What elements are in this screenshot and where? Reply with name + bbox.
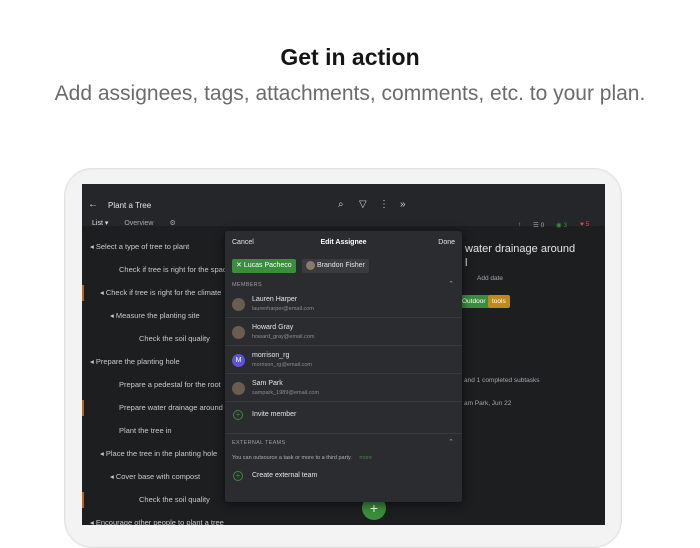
- dialog-header: Cancel Edit Assignee Done: [225, 231, 462, 255]
- priority-marker: [82, 285, 84, 301]
- task-label: ◂ Check if tree is right for the climate: [100, 288, 222, 297]
- task-label: ◂ Select a type of tree to plant: [90, 242, 190, 251]
- project-title: Plant a Tree: [108, 201, 152, 210]
- subtasks-summary[interactable]: and 1 completed subtasks: [464, 377, 540, 384]
- task-label: Prepare water drainage around pe: [119, 403, 234, 412]
- remove-icon[interactable]: ✕: [236, 262, 242, 269]
- app-screen: ← Plant a Tree ⌕ ▽ ⋮ » List ▾ Overview ⚙…: [82, 184, 605, 525]
- task-row[interactable]: Check if tree is right for the space: [82, 259, 231, 282]
- tab-list[interactable]: List ▾: [92, 220, 108, 227]
- upvote-icon[interactable]: ↑: [518, 221, 521, 228]
- task-row[interactable]: ◂ Encourage other people to plant a tree: [82, 512, 225, 525]
- selected-assignee-chip[interactable]: ✕ Lucas Pacheco: [232, 259, 296, 273]
- task-row[interactable]: Plant the tree in: [82, 420, 225, 443]
- chevron-up-icon[interactable]: ⌃: [448, 438, 454, 446]
- done-button[interactable]: Done: [438, 239, 455, 246]
- task-row[interactable]: ◂ Check if tree is right for the climate: [82, 282, 225, 305]
- task-label: Check if tree is right for the space: [119, 265, 231, 274]
- assignee-chip[interactable]: Brandon Fisher: [302, 259, 369, 273]
- member-name: morrison_rg: [252, 352, 290, 359]
- tab-overview[interactable]: Overview: [124, 220, 153, 227]
- member-email: sampark_1989@email.com: [252, 390, 320, 396]
- priority-marker: [82, 492, 84, 508]
- view-tabs: List ▾ Overview ⚙: [92, 219, 190, 227]
- task-label: ◂ Place the tree in the planting hole: [100, 449, 218, 458]
- watchers-count: ◉ 3: [556, 222, 568, 229]
- avatar: [232, 382, 245, 395]
- task-row[interactable]: ◂ Place the tree in the planting hole: [82, 443, 225, 466]
- divider: [225, 433, 462, 434]
- task-row[interactable]: ◂ Prepare the planting hole: [82, 351, 225, 374]
- selected-assignee-name: Lucas Pacheco: [243, 262, 292, 269]
- task-detail-title: water drainage around l: [465, 242, 575, 270]
- member-row[interactable]: Howard Gray howard_gray@email.com: [225, 319, 462, 346]
- tag-outdoor[interactable]: Outdoor: [458, 295, 490, 308]
- avatar: [232, 298, 245, 311]
- task-label: Plant the tree in: [119, 426, 172, 435]
- tag-tools[interactable]: tools: [488, 295, 510, 308]
- task-detail-title-line: water drainage around: [465, 243, 576, 255]
- priority-marker: [82, 400, 84, 416]
- member-email: howard_gray@email.com: [252, 334, 315, 340]
- task-row[interactable]: Prepare water drainage around pe: [82, 397, 233, 420]
- task-row[interactable]: ◂ Select a type of tree to plant: [82, 236, 225, 259]
- back-icon[interactable]: ←: [88, 199, 98, 210]
- plus-icon: +: [233, 410, 243, 420]
- task-label: ◂ Cover base with compost: [110, 472, 201, 481]
- marketing-subline: Add assignees, tags, attachments, commen…: [54, 82, 646, 105]
- task-row[interactable]: ◂ Cover base with compost: [82, 466, 225, 489]
- task-row[interactable]: ◂ Measure the planting site: [82, 305, 225, 328]
- collapse-icon[interactable]: »: [400, 199, 406, 210]
- task-label: Prepare a pedestal for the root: [119, 380, 221, 389]
- search-icon[interactable]: ⌕: [338, 199, 344, 210]
- settings-icon[interactable]: ⚙: [169, 220, 175, 227]
- member-row[interactable]: Sam Park sampark_1989@email.com: [225, 375, 462, 402]
- subtasks-count: ☰ 0: [533, 222, 545, 229]
- task-row[interactable]: Check the soil quality: [82, 489, 225, 512]
- external-teams-hint: You can outsource a task or more to a th…: [232, 455, 372, 461]
- task-label: Check the soil quality: [139, 495, 210, 504]
- member-name: Lauren Harper: [252, 296, 298, 303]
- dialog-title: Edit Assignee: [320, 239, 367, 246]
- create-external-team-button[interactable]: Create external team: [252, 472, 317, 479]
- avatar: M: [232, 354, 245, 367]
- member-name: Howard Gray: [252, 324, 294, 331]
- edit-assignee-dialog: Cancel Edit Assignee Done ✕ Lucas Pachec…: [225, 231, 462, 502]
- member-row[interactable]: Lauren Harper laurenharper@email.com: [225, 291, 462, 318]
- avatar: [306, 260, 315, 270]
- plus-icon: +: [233, 471, 243, 481]
- task-label: ◂ Measure the planting site: [110, 311, 200, 320]
- member-name: Sam Park: [252, 380, 283, 387]
- member-row[interactable]: Mmorrison_rg morrison_rg@email.com: [225, 347, 462, 374]
- member-email: morrison_rg@email.com: [252, 362, 312, 368]
- assignee-summary[interactable]: am Park, Jun 22: [464, 400, 511, 407]
- task-label: ◂ Encourage other people to plant a tree: [90, 518, 224, 525]
- external-teams-text: You can outsource a task or more to a th…: [232, 455, 352, 461]
- likes-count: ♥ 5: [580, 221, 590, 228]
- task-label: ◂ Prepare the planting hole: [90, 357, 180, 366]
- marketing-headline: Get in action: [280, 44, 420, 70]
- task-label: Check the soil quality: [139, 334, 210, 343]
- task-row[interactable]: Check the soil quality: [82, 328, 225, 351]
- external-teams-label: EXTERNAL TEAMS: [232, 440, 286, 446]
- invite-member-button[interactable]: Invite member: [252, 411, 296, 418]
- member-email: laurenharper@email.com: [252, 306, 314, 312]
- members-section-label: MEMBERS: [232, 282, 262, 288]
- task-detail-title-line: l: [465, 257, 468, 269]
- task-row[interactable]: Prepare a pedestal for the root: [82, 374, 225, 397]
- more-link[interactable]: more: [359, 455, 372, 461]
- assignee-name: Brandon Fisher: [316, 262, 365, 269]
- filter-icon[interactable]: ▽: [359, 199, 367, 210]
- add-date-button[interactable]: Add date: [477, 275, 503, 282]
- avatar: [232, 326, 245, 339]
- chevron-up-icon[interactable]: ⌃: [448, 280, 454, 288]
- more-icon[interactable]: ⋮: [379, 199, 389, 210]
